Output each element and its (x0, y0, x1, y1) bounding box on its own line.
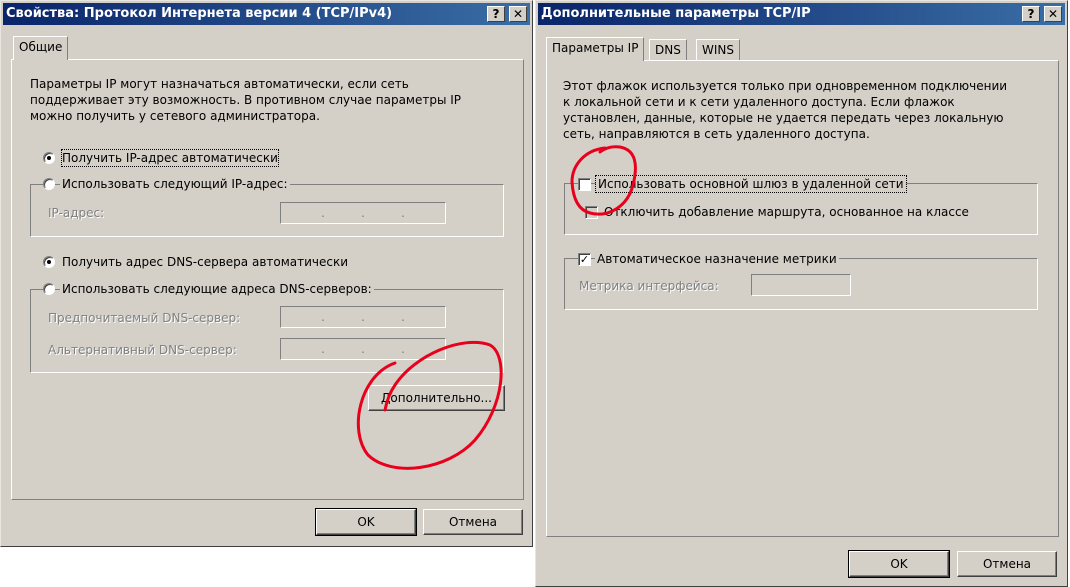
ip-auto-radio[interactable] (43, 152, 55, 164)
auto-metric-checkbox[interactable]: ✓ (578, 253, 591, 266)
alternate-dns-label: Альтернативный DNS-сервер: (48, 343, 237, 357)
help-icon[interactable]: ? (487, 6, 505, 22)
tab-dns[interactable]: DNS (649, 39, 687, 61)
tab-ip-settings[interactable]: Параметры IP (546, 37, 645, 61)
auto-metric-label[interactable]: Автоматическое назначение метрики (595, 251, 839, 267)
disable-class-route-checkbox[interactable] (585, 206, 598, 219)
dns-manual-label[interactable]: Использовать следующие адреса DNS-сервер… (60, 281, 374, 297)
advanced-button[interactable]: Дополнительно... (368, 385, 505, 411)
tab-wins[interactable]: WINS (696, 39, 740, 61)
advanced-dialog-title: Дополнительные параметры TCP/IP (538, 3, 1065, 25)
general-tab-panel (11, 59, 524, 500)
alternate-dns-field[interactable]: ... (280, 338, 446, 360)
use-default-gateway-label[interactable]: Использовать основной шлюз в удаленной с… (595, 175, 907, 193)
ipv4-dialog-title: Свойства: Протокол Интернета версии 4 (T… (3, 3, 530, 25)
dns-manual-group (30, 289, 504, 373)
ok-button[interactable]: OK (315, 508, 417, 536)
close-icon[interactable]: ✕ (509, 6, 527, 22)
disable-class-route-label[interactable]: Отключить добавление маршрута, основанно… (604, 204, 969, 220)
ip-manual-radio[interactable] (43, 178, 55, 190)
cancel-button[interactable]: Отмена (957, 551, 1057, 577)
ip-manual-label[interactable]: Использовать следующий IP-адрес: (60, 176, 290, 192)
gateway-info-text: Этот флажок используется только при одно… (563, 79, 1008, 141)
ip-address-label: IP-адрес: (48, 206, 105, 220)
use-default-gateway-checkbox[interactable] (578, 178, 591, 191)
ip-address-field[interactable]: ... (280, 202, 446, 224)
dns-manual-radio[interactable] (43, 283, 55, 295)
advanced-tcpip-dialog: Дополнительные параметры TCP/IP ? ✕ Пара… (535, 0, 1068, 587)
dns-auto-radio[interactable] (43, 256, 55, 268)
ok-button[interactable]: OK (848, 550, 950, 578)
interface-metric-label: Метрика интерфейса: (579, 279, 719, 293)
help-icon[interactable]: ? (1022, 6, 1040, 22)
ip-auto-label[interactable]: Получить IP-адрес автоматически (61, 149, 279, 167)
tab-general[interactable]: Общие (13, 36, 69, 60)
ipv4-properties-dialog: Свойства: Протокол Интернета версии 4 (T… (0, 0, 533, 547)
ipv4-intro-text: Параметры IP могут назначаться автоматич… (30, 77, 462, 123)
preferred-dns-field[interactable]: ... (280, 306, 446, 328)
close-icon[interactable]: ✕ (1044, 6, 1062, 22)
dns-auto-label[interactable]: Получить адрес DNS-сервера автоматически (62, 254, 348, 270)
preferred-dns-label: Предпочитаемый DNS-сервер: (48, 311, 241, 325)
cancel-button[interactable]: Отмена (423, 509, 523, 535)
interface-metric-field[interactable] (751, 274, 851, 296)
